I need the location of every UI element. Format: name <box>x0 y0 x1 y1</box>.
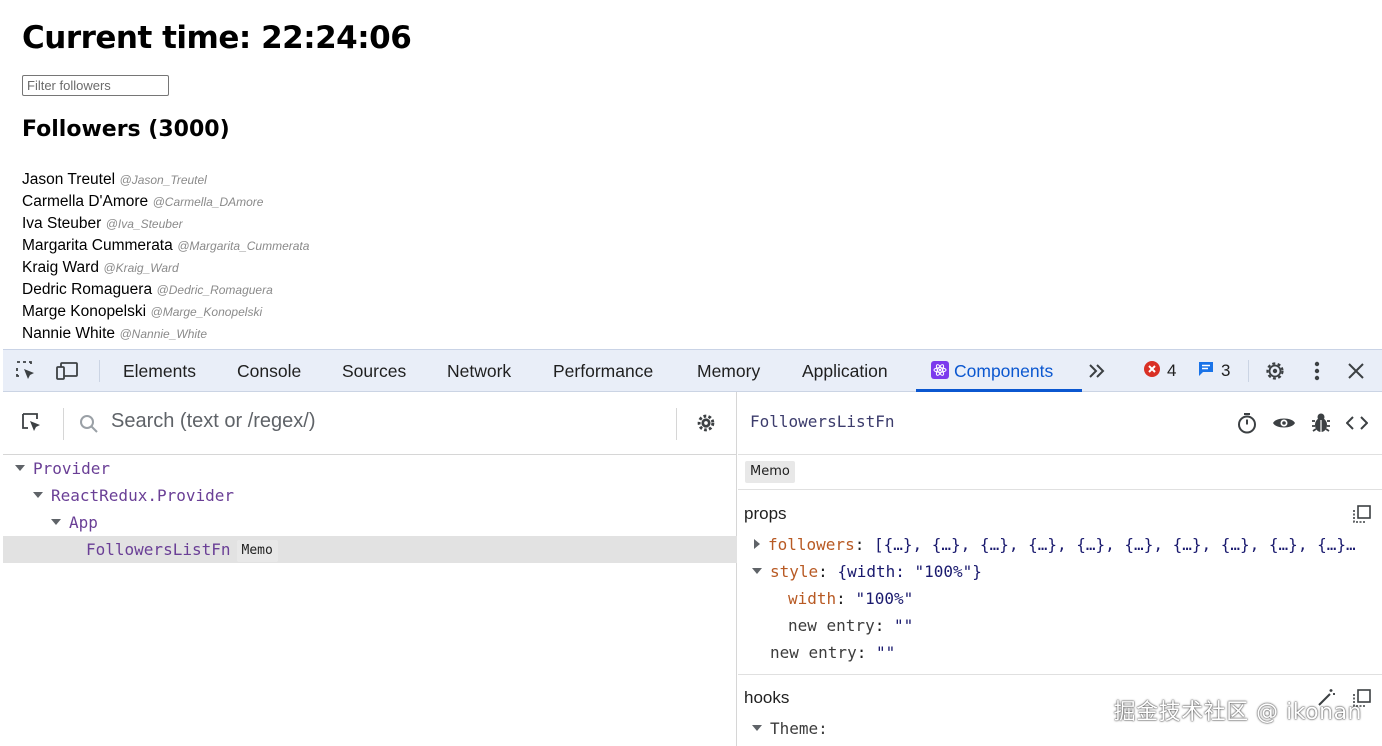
prop-followers-value: [{…}, {…}, {…}, {…}, {…}, {…}, {…}, {…},… <box>873 535 1356 554</box>
prop-width-value: "100%" <box>855 589 914 608</box>
tab-memory[interactable]: Memory <box>697 350 760 392</box>
tab-network[interactable]: Network <box>447 350 511 392</box>
prop-followers[interactable]: followers: [{…}, {…}, {…}, {…}, {…}, {…}… <box>754 534 1356 556</box>
tab-sources[interactable]: Sources <box>342 350 406 392</box>
prop-style-width[interactable]: width: "100%" <box>788 588 913 610</box>
tree-search-bar: Search (text or /regex/) <box>3 392 737 455</box>
memo-badge: Memo <box>745 461 795 483</box>
props-section-title: props <box>744 504 787 523</box>
eye-icon[interactable] <box>1272 411 1296 435</box>
toolbar-divider <box>1248 360 1249 382</box>
message-counter[interactable]: 3 <box>1197 350 1230 392</box>
search-divider <box>676 408 677 440</box>
hooks-section-title: hooks <box>744 688 790 707</box>
follower-handle: @Marge_Konopelski <box>150 305 263 319</box>
collapse-caret-icon[interactable] <box>752 567 762 574</box>
component-inspector: FollowersListFn Memo props followers: [{… <box>738 392 1382 746</box>
list-item: Jason Treutel @Jason_Treutel <box>22 169 309 191</box>
inspect-element-icon[interactable] <box>14 359 38 383</box>
list-item: Kraig Ward @Kraig_Ward <box>22 257 309 279</box>
list-item: Margarita Cummerata @Margarita_Cummerata <box>22 235 309 257</box>
devtools-tabbar: Elements Console Sources Network Perform… <box>3 350 1382 392</box>
watermark: 掘金技术社区 @ ikonan <box>1113 700 1362 725</box>
inspector-badges: Memo <box>738 455 1382 490</box>
tab-application[interactable]: Application <box>802 350 888 392</box>
devtools-panel: Elements Console Sources Network Perform… <box>3 349 1382 746</box>
copy-props-icon[interactable] <box>1352 504 1372 524</box>
follower-name: Marge Konopelski <box>22 303 147 320</box>
message-count: 3 <box>1221 361 1231 380</box>
follower-handle: @Kraig_Ward <box>103 261 179 275</box>
follower-handle: @Nannie_White <box>119 327 208 341</box>
tree-node-provider[interactable]: Provider <box>3 455 737 482</box>
stopwatch-icon[interactable] <box>1235 411 1259 435</box>
react-logo-icon <box>931 361 949 379</box>
tab-elements[interactable]: Elements <box>123 350 196 392</box>
follower-name: Jason Treutel <box>22 171 116 188</box>
component-tree-panel: Search (text or /regex/) Provider ReactR… <box>3 392 737 746</box>
followers-heading: Followers (3000) <box>22 117 230 142</box>
tree-node-reactredux-provider[interactable]: ReactRedux.Provider <box>3 482 737 509</box>
follower-handle: @Jason_Treutel <box>119 173 207 187</box>
select-element-icon[interactable] <box>20 411 44 435</box>
follower-handle: @Margarita_Cummerata <box>177 239 310 253</box>
error-counter[interactable]: 4 <box>1143 350 1176 392</box>
tree-node-app[interactable]: App <box>3 509 737 536</box>
view-source-icon[interactable] <box>1345 411 1369 435</box>
section-divider <box>738 674 1382 675</box>
followers-list: Jason Treutel @Jason_Treutel Carmella D'… <box>22 169 309 345</box>
error-count: 4 <box>1167 361 1177 380</box>
collapse-caret-icon[interactable] <box>15 464 25 471</box>
search-divider <box>63 408 64 440</box>
bug-icon[interactable] <box>1309 411 1333 435</box>
more-options-icon[interactable] <box>1305 359 1329 383</box>
hook-theme[interactable]: Theme: <box>752 718 828 740</box>
tree-settings-gear-icon[interactable] <box>694 411 718 435</box>
device-toolbar-icon[interactable] <box>55 359 79 383</box>
prop-style-value: {width: "100%"} <box>837 562 982 581</box>
follower-handle: @Carmella_DAmore <box>152 195 264 209</box>
settings-gear-icon[interactable] <box>1263 359 1287 383</box>
filter-followers-input[interactable] <box>22 75 169 96</box>
collapse-caret-icon[interactable] <box>752 724 762 731</box>
memo-badge: Memo <box>236 539 278 562</box>
list-item: Nannie White @Nannie_White <box>22 323 309 345</box>
inspector-header: FollowersListFn <box>738 392 1382 455</box>
follower-name: Carmella D'Amore <box>22 193 149 210</box>
toolbar-divider <box>99 360 100 382</box>
component-tree: Provider ReactRedux.Provider App Followe… <box>3 455 737 563</box>
close-icon[interactable] <box>1344 359 1368 383</box>
prop-new-entry[interactable]: new entry: "" <box>770 642 895 664</box>
prop-style[interactable]: style: {width: "100%"} <box>752 561 982 583</box>
follower-name: Nannie White <box>22 325 116 342</box>
tab-components[interactable]: Components <box>916 350 1082 392</box>
tab-components-label: Components <box>954 361 1054 381</box>
app-page: Current time: 22:24:06 Followers (3000) … <box>0 0 1382 349</box>
tree-node-followerslistfn[interactable]: FollowersListFn Memo <box>3 536 737 563</box>
collapse-caret-icon[interactable] <box>33 491 43 498</box>
inspected-component-name: FollowersListFn <box>750 412 895 431</box>
list-item: Marge Konopelski @Marge_Konopelski <box>22 301 309 323</box>
more-tabs-chevron-icon[interactable] <box>1085 359 1109 383</box>
tab-console[interactable]: Console <box>237 350 301 392</box>
search-icon <box>77 412 101 436</box>
follower-name: Margarita Cummerata <box>22 237 173 254</box>
follower-handle: @Dedric_Romaguera <box>156 283 273 297</box>
error-icon <box>1143 360 1161 383</box>
list-item: Carmella D'Amore @Carmella_DAmore <box>22 191 309 213</box>
follower-name: Kraig Ward <box>22 259 99 276</box>
current-time-heading: Current time: 22:24:06 <box>22 20 412 56</box>
expand-caret-icon[interactable] <box>754 538 760 549</box>
collapse-caret-icon[interactable] <box>51 518 61 525</box>
list-item: Dedric Romaguera @Dedric_Romaguera <box>22 279 309 301</box>
tab-performance[interactable]: Performance <box>553 350 653 392</box>
list-item: Iva Steuber @Iva_Steuber <box>22 213 309 235</box>
follower-handle: @Iva_Steuber <box>105 217 183 231</box>
follower-name: Dedric Romaguera <box>22 281 153 298</box>
prop-style-new-entry[interactable]: new entry: "" <box>788 615 913 637</box>
message-icon <box>1197 360 1215 383</box>
tree-search-input[interactable]: Search (text or /regex/) <box>111 410 316 433</box>
follower-name: Iva Steuber <box>22 215 102 232</box>
